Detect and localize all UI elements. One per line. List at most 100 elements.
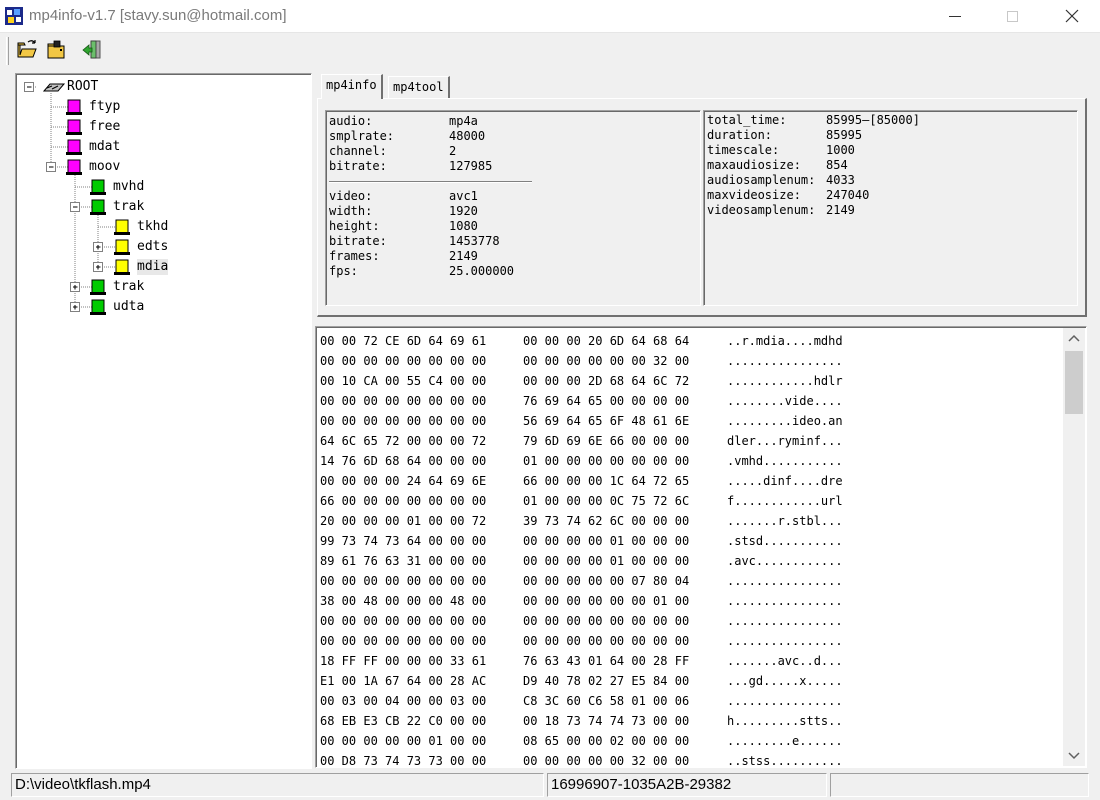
expand-icon[interactable] [70, 302, 80, 312]
vertical-scrollbar[interactable] [1063, 328, 1085, 766]
magenta-box-icon [66, 99, 82, 115]
tree-item-free[interactable]: free [89, 119, 120, 135]
tree-item-edts[interactable]: edts [137, 239, 168, 255]
hex-bytes: 39 73 74 62 6C 00 00 00 [523, 514, 690, 528]
info-row: frames: 2149 [329, 249, 478, 264]
info-key: duration: [707, 128, 773, 142]
open-folder-button[interactable] [45, 38, 69, 62]
hex-bytes: 79 6D 69 6E 66 00 00 00 [523, 434, 690, 448]
info-value: 127985 [449, 159, 493, 173]
hex-bytes: 56 69 64 65 6F 48 61 6E [523, 414, 690, 428]
hex-ascii: ................ [727, 594, 843, 608]
tree-lines [24, 82, 130, 315]
scroll-thumb[interactable] [1065, 351, 1083, 414]
tree-item-mdat[interactable]: mdat [89, 139, 120, 155]
info-row: maxvideosize: 247040 [707, 188, 869, 203]
folder-open-icon [47, 40, 65, 59]
hex-view[interactable]: 00 00 72 CE 6D 64 69 61 00 00 00 20 6D 64… [315, 326, 1087, 768]
tree-item-ftyp[interactable]: ftyp [89, 99, 120, 115]
info-row: audiosamplenum: 4033 [707, 173, 855, 188]
hex-bytes: 76 63 43 01 64 00 28 FF [523, 654, 690, 668]
hex-bytes: 00 00 00 00 00 00 00 00 [320, 574, 487, 588]
hex-bytes: 00 00 00 00 00 07 80 04 [523, 574, 690, 588]
info-value: 48000 [449, 129, 486, 143]
hex-ascii: ................ [727, 354, 843, 368]
collapse-icon[interactable] [70, 202, 80, 212]
hex-bytes: 00 00 00 2D 68 64 6C 72 [523, 374, 690, 388]
tab-mp4tool[interactable]: mp4tool [388, 76, 450, 98]
chevron-down-icon [1068, 752, 1080, 760]
hex-bytes: 00 00 00 00 00 00 00 00 [320, 614, 487, 628]
collapse-icon[interactable] [46, 162, 56, 172]
close-button[interactable] [1042, 0, 1100, 33]
info-value: 1080 [449, 219, 478, 233]
expand-icon[interactable] [70, 282, 80, 292]
hex-ascii: ..stss.......... [727, 754, 843, 768]
info-row: channel: 2 [329, 144, 456, 159]
info-key: width: [329, 204, 373, 218]
hex-bytes: 00 D8 73 74 73 73 00 00 [320, 754, 487, 768]
info-value: 2149 [826, 203, 855, 217]
info-value: 1453778 [449, 234, 500, 248]
yellow-box-icon [114, 239, 130, 255]
minimize-button[interactable] [926, 0, 984, 33]
green-box-icon [90, 199, 106, 215]
status-file-id: 16996907-1035A2B-29382 [547, 773, 827, 797]
scroll-down-button[interactable] [1063, 744, 1085, 766]
hex-ascii: dler...ryminf... [727, 434, 843, 448]
hex-ascii: ................ [727, 694, 843, 708]
hex-ascii: ............hdlr [727, 374, 843, 388]
hex-ascii: .........ideo.an [727, 414, 843, 428]
info-key: frames: [329, 249, 380, 263]
hex-bytes: 00 00 00 00 00 00 00 00 [320, 414, 487, 428]
hex-bytes: 00 10 CA 00 55 C4 00 00 [320, 374, 487, 388]
tree-item-ROOT[interactable]: ROOT [67, 79, 98, 95]
tree-item-mdia[interactable]: mdia [137, 259, 169, 275]
info-value: 85995—[85000] [826, 113, 920, 127]
hex-bytes: 66 00 00 00 1C 64 72 65 [523, 474, 690, 488]
tab-mp4info[interactable]: mp4info [321, 74, 383, 99]
toolbar-grip [6, 37, 9, 65]
exit-button[interactable] [80, 38, 104, 62]
info-row: total_time: 85995—[85000] [707, 113, 920, 128]
info-value: 2 [449, 144, 457, 158]
tree-item-mvhd[interactable]: mvhd [113, 179, 144, 195]
scroll-up-button[interactable] [1063, 328, 1085, 350]
hex-bytes: 76 69 64 65 00 00 00 00 [523, 394, 690, 408]
expand-icon[interactable] [93, 262, 103, 272]
hex-bytes: 38 00 48 00 00 00 48 00 [320, 594, 487, 608]
divider [329, 181, 532, 183]
minimize-icon [949, 16, 961, 17]
collapse-icon[interactable] [24, 82, 34, 92]
info-value: 85995 [826, 128, 863, 142]
tree-item-trak[interactable]: trak [113, 279, 144, 295]
hex-ascii: ................ [727, 614, 843, 628]
tree-item-udta[interactable]: udta [113, 299, 144, 315]
hex-bytes: 89 61 76 63 31 00 00 00 [320, 554, 487, 568]
hex-bytes: 00 00 00 20 6D 64 68 64 [523, 334, 690, 348]
open-file-button[interactable] [15, 38, 39, 62]
folder-open-icon [17, 40, 37, 58]
chevron-up-icon [1068, 334, 1080, 342]
tree-item-moov[interactable]: moov [89, 159, 120, 175]
info-key: videosamplenum: [707, 203, 816, 217]
hex-ascii: ................ [727, 574, 843, 588]
hex-bytes: 00 00 00 00 00 00 01 00 [523, 594, 690, 608]
hex-ascii: .......avc..d... [727, 654, 843, 668]
info-key: bitrate: [329, 159, 387, 173]
hex-bytes: 00 00 00 00 00 01 00 00 [320, 734, 487, 748]
atom-tree[interactable]: ROOT ftyp free mdat moov mvhd trak tkhd edts mdia… [15, 73, 312, 769]
tree-item-trak[interactable]: trak [113, 199, 144, 215]
info-row: bitrate: 1453778 [329, 234, 500, 249]
info-key: video: [329, 189, 373, 203]
hex-bytes: 68 EB E3 CB 22 C0 00 00 [320, 714, 487, 728]
hex-bytes: 00 00 00 00 00 00 00 00 [523, 614, 690, 628]
timing-info-panel: total_time: 85995—[85000] duration: 85995 ti… [703, 110, 1078, 306]
maximize-button[interactable] [984, 0, 1042, 33]
hex-bytes: 08 65 00 00 02 00 00 00 [523, 734, 690, 748]
hex-bytes: 00 00 00 00 00 00 32 00 [523, 354, 690, 368]
tree-item-tkhd[interactable]: tkhd [137, 219, 168, 235]
hex-bytes: 00 00 00 00 00 00 00 00 [320, 394, 487, 408]
status-bar: D:\video\tkflash.mp4 16996907-1035A2B-29… [0, 771, 1100, 800]
expand-icon[interactable] [93, 242, 103, 252]
